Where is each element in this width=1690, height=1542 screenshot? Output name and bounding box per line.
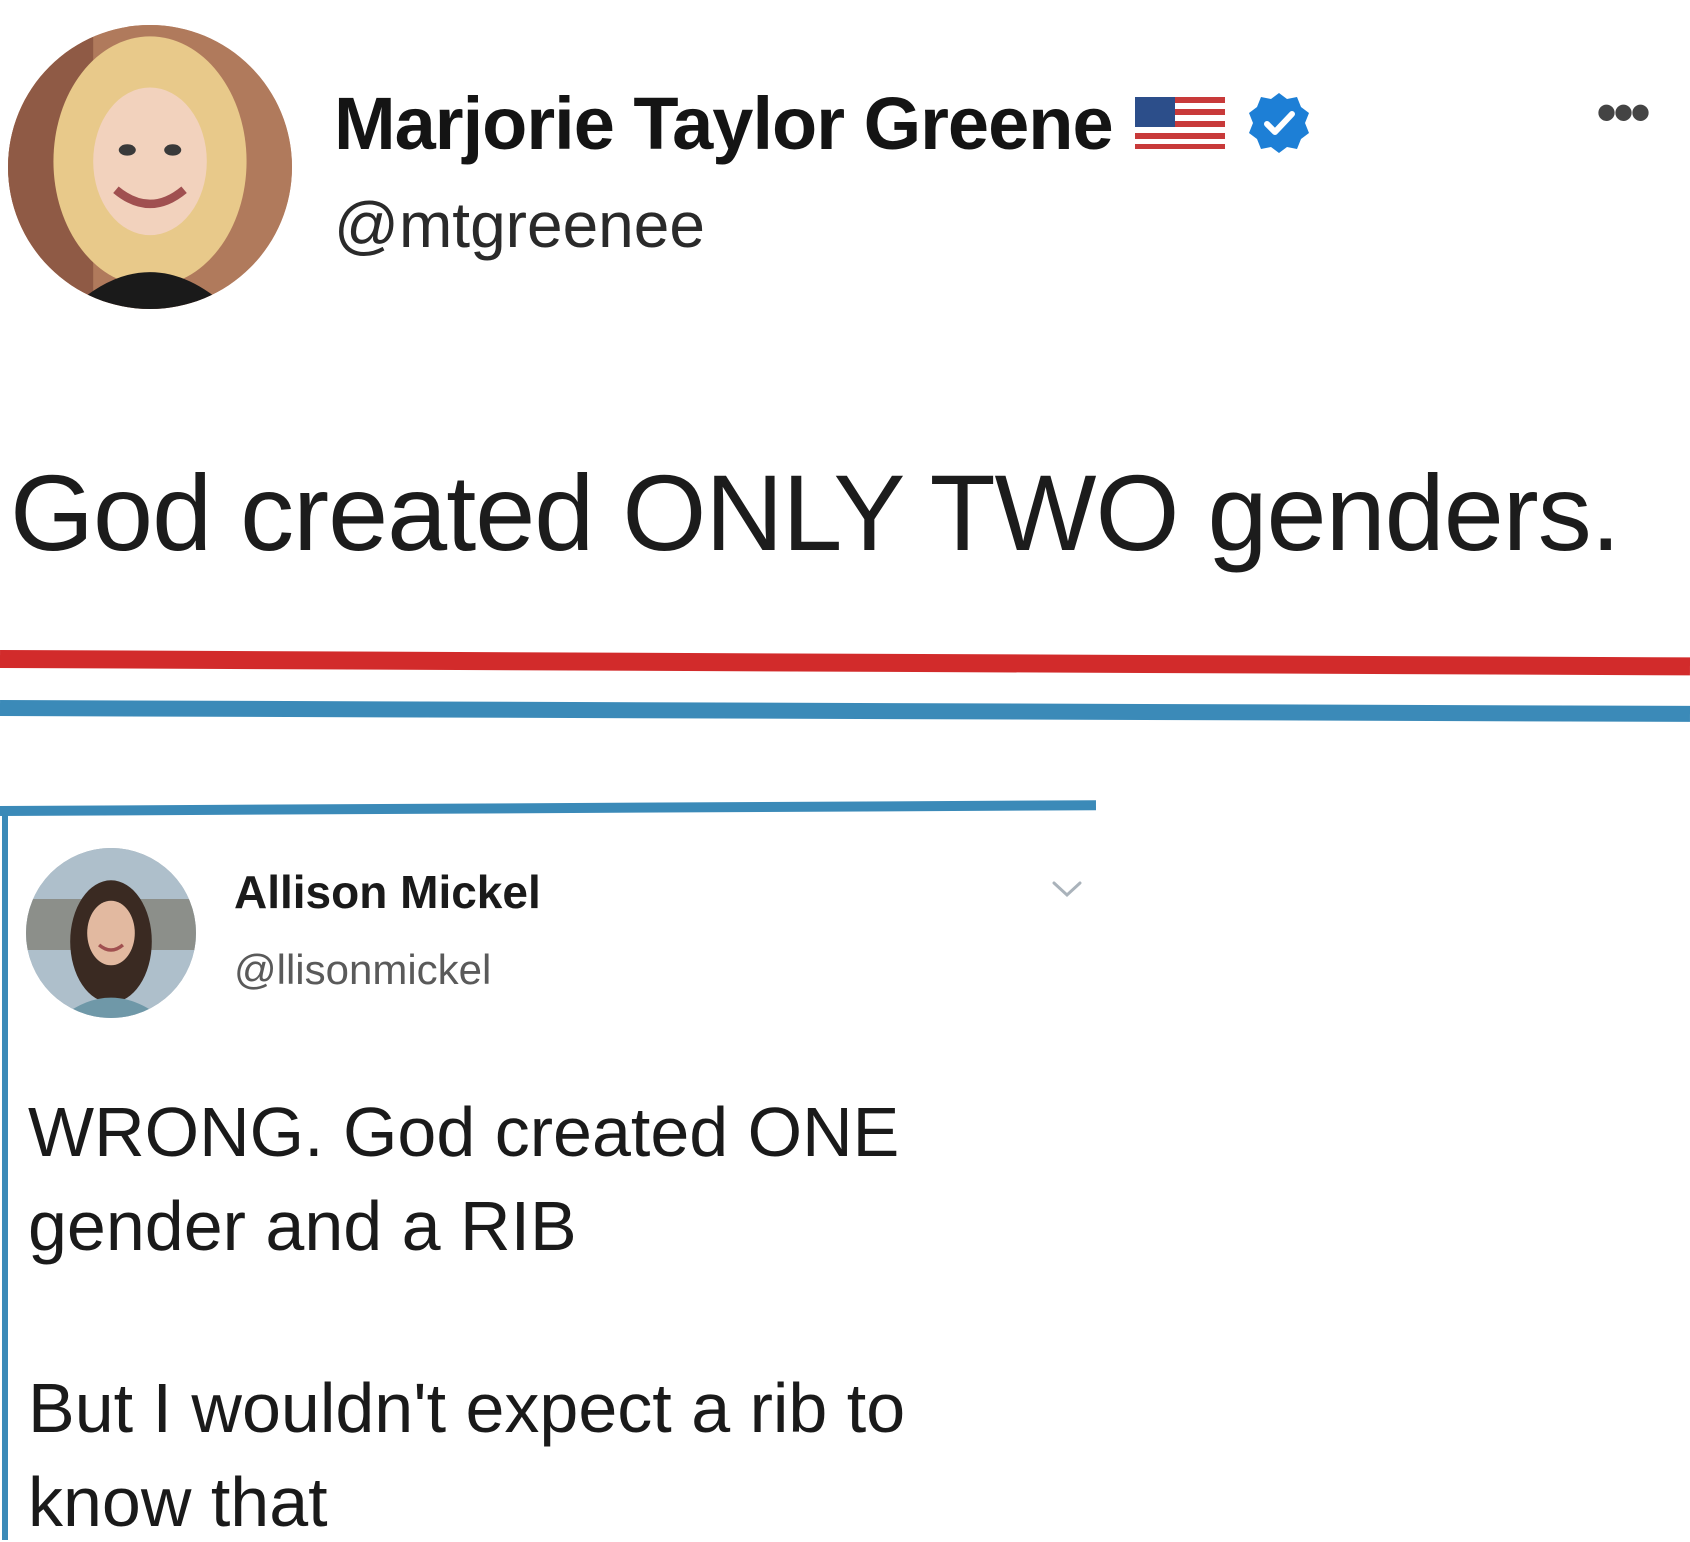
avatar-marjorie[interactable] [8,25,292,309]
us-flag-icon [1134,97,1225,149]
reply-text-line: But I wouldn't expect a rib to [28,1369,906,1447]
reply-card-top-border [0,800,1097,816]
more-options-icon[interactable]: ••• [1596,83,1676,143]
chevron-down-icon[interactable] [1050,878,1084,900]
original-display-name[interactable]: Marjorie Taylor Greene [334,81,1114,166]
original-tweet-text: God created ONLY TWO genders. [10,452,1621,573]
avatar-image [8,25,292,309]
reply-text-line: know that [28,1463,328,1541]
verified-badge-icon [1248,93,1309,153]
separator-blue-line [0,700,1690,722]
original-author-row: Marjorie Taylor Greene [334,78,1311,168]
avatar-allison[interactable] [26,848,196,1018]
original-handle[interactable]: @mtgreenee [334,188,705,262]
reply-display-name[interactable]: Allison Mickel [234,865,541,919]
reply-text-line: WRONG. God created ONE [28,1093,900,1171]
reply-handle[interactable]: @llisonmickel [234,946,491,994]
avatar-image [26,848,196,1018]
reply-card-left-border [2,812,8,1540]
separator-red-line [0,650,1690,676]
reply-text-line: gender and a RIB [28,1187,577,1265]
